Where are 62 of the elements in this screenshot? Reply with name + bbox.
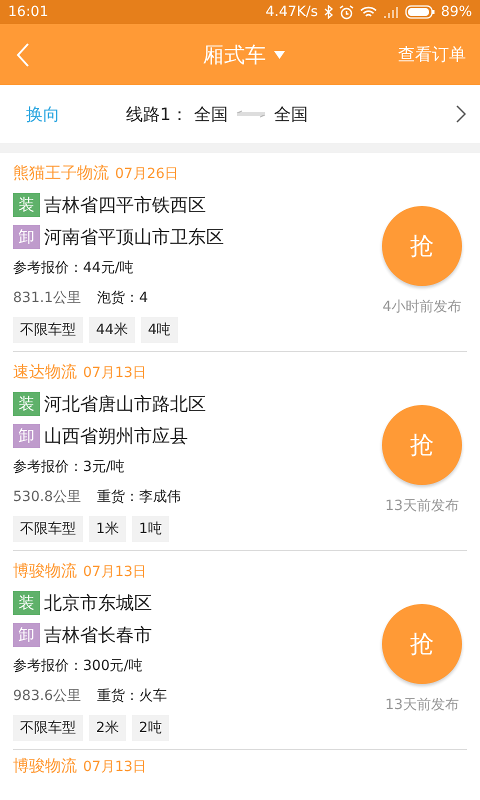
order-date: 07月13日: [83, 364, 147, 382]
network-speed: 4.47K/s: [266, 4, 318, 20]
order-date: 07月13日: [83, 758, 147, 776]
vehicle-tag: 1吨: [132, 516, 169, 542]
unload-badge: 卸: [13, 623, 40, 647]
load-address: 吉林省四平市铁西区: [44, 194, 206, 217]
unload-badge: 卸: [13, 424, 40, 448]
cargo-info: 泡货：4: [97, 289, 148, 307]
bluetooth-icon: [324, 5, 333, 19]
company-name: 博骏物流: [13, 756, 77, 777]
distance: 831.1公里: [13, 289, 82, 307]
grab-order-button[interactable]: 抢: [382, 405, 462, 485]
signal-icon: [382, 6, 399, 18]
posted-time: 4小时前发布: [382, 298, 462, 316]
battery-icon: [404, 5, 435, 19]
reference-price: 参考报价：3元/吨: [13, 458, 126, 476]
order-date: 07月26日: [115, 165, 179, 183]
unload-address: 吉林省长春市: [44, 624, 152, 647]
view-orders-link[interactable]: 查看订单: [398, 43, 466, 66]
vehicle-tag: 不限车型: [13, 715, 83, 741]
grab-order-button[interactable]: 抢: [382, 206, 462, 286]
cargo-info: 重货：李成伟: [97, 488, 182, 506]
dropdown-caret-icon[interactable]: [274, 50, 285, 58]
two-way-arrow-icon: [236, 110, 266, 118]
vehicle-tag: 不限车型: [13, 317, 83, 343]
load-badge: 装: [13, 591, 40, 615]
cargo-info: 重货：火车: [97, 687, 168, 705]
route-origin: 全国: [194, 104, 228, 126]
wifi-icon: [360, 6, 377, 18]
load-badge: 装: [13, 392, 40, 416]
vehicle-tag: 4吨: [140, 317, 178, 343]
grab-order-button[interactable]: 抢: [382, 604, 462, 684]
company-name: 熊猫王子物流: [13, 163, 109, 184]
vehicle-tag: 1米: [89, 516, 126, 542]
swap-direction-link[interactable]: 换向: [26, 102, 60, 126]
back-icon[interactable]: [16, 42, 30, 66]
distance: 983.6公里: [13, 687, 82, 705]
reference-price: 参考报价：44元/吨: [13, 259, 135, 277]
route-label: 线路1：: [126, 104, 188, 126]
unload-address: 河南省平顶山市卫东区: [44, 226, 224, 249]
posted-time: 13天前发布: [385, 497, 459, 515]
vehicle-tag: 2米: [89, 715, 126, 741]
chevron-right-icon[interactable]: [456, 105, 466, 123]
load-address: 河北省唐山市路北区: [44, 393, 206, 416]
vehicle-tag: 44米: [89, 317, 135, 343]
distance: 530.8公里: [13, 488, 82, 506]
status-time: 16:01: [8, 4, 48, 20]
company-name: 博骏物流: [13, 561, 77, 582]
unload-badge: 卸: [13, 225, 40, 249]
company-name: 速达物流: [13, 362, 77, 383]
order-date: 07月13日: [83, 563, 147, 581]
load-address: 北京市东城区: [44, 592, 152, 615]
load-badge: 装: [13, 193, 40, 217]
battery-percent: 89%: [440, 4, 472, 20]
vehicle-tag: 不限车型: [13, 516, 83, 542]
alarm-clock-icon: [338, 4, 354, 20]
reference-price: 参考报价：300元/吨: [13, 657, 144, 675]
page-title[interactable]: 厢式车: [203, 40, 266, 68]
unload-address: 山西省朔州市应县: [44, 425, 188, 448]
vehicle-tag: 2吨: [132, 715, 169, 741]
posted-time: 13天前发布: [385, 696, 459, 714]
route-destination: 全国: [274, 104, 308, 126]
